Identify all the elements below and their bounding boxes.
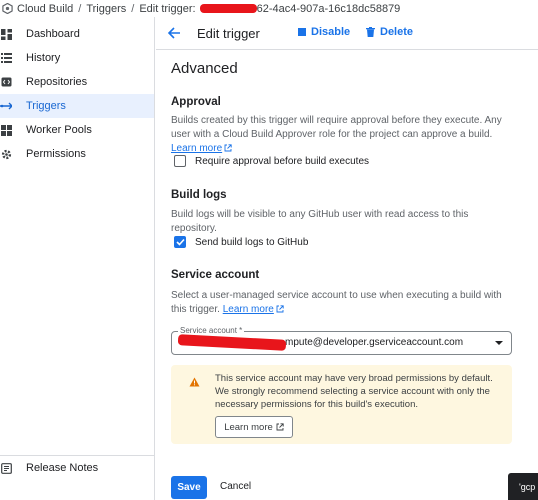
redaction-mark <box>199 4 257 13</box>
disable-label: Disable <box>311 26 351 38</box>
sidebar-item-label: Triggers <box>26 100 66 112</box>
warning-learn-more-label: Learn more <box>224 421 273 433</box>
save-button[interactable]: Save <box>171 476 207 499</box>
warning-text: This service account may have very broad… <box>215 373 493 410</box>
repositories-icon <box>0 76 12 88</box>
service-account-description: Select a user-managed service account to… <box>171 289 516 317</box>
trash-icon <box>366 27 375 37</box>
sidebar-item-label: Permissions <box>26 148 86 160</box>
service-account-learn-more-link[interactable]: Learn more <box>223 304 274 315</box>
worker-pools-icon <box>0 124 12 136</box>
service-account-field-label: Service account * <box>178 326 245 335</box>
breadcrumb-edit-trigger: Edit trigger: <box>139 2 196 15</box>
dashboard-icon <box>0 28 12 40</box>
triggers-icon <box>0 100 12 112</box>
approval-desc-text: Builds created by this trigger will requ… <box>171 115 502 140</box>
require-approval-label: Require approval before build executes <box>195 155 369 167</box>
service-account-value-text: mpute@developer.gserviceaccount.com <box>285 337 464 348</box>
breadcrumb-cloud-build[interactable]: Cloud Build <box>17 3 73 15</box>
history-icon <box>0 52 12 64</box>
sidebar-item-triggers[interactable]: Triggers <box>0 94 154 118</box>
sidebar-item-label: Repositories <box>26 76 88 88</box>
external-link-icon <box>224 144 232 152</box>
service-account-value: mpute@developer.gserviceaccount.com <box>177 334 464 351</box>
build-logs-title: Build logs <box>171 189 227 201</box>
service-account-title: Service account <box>171 269 260 281</box>
external-link-icon <box>276 423 284 431</box>
breadcrumb-separator: / <box>78 2 82 15</box>
sidebar-item-permissions[interactable]: Permissions <box>0 142 154 166</box>
sidebar-item-repositories[interactable]: Repositories <box>0 70 154 94</box>
gear-icon <box>0 148 12 160</box>
permissions-warning-banner: This service account may have very broad… <box>171 365 512 444</box>
send-build-logs-checkbox-row[interactable]: Send build logs to GitHub <box>174 236 308 248</box>
sidebar-item-history[interactable]: History <box>0 46 154 70</box>
page-header: Edit trigger Disable Delete <box>156 17 538 50</box>
section-title-advanced: Advanced <box>171 60 238 77</box>
approval-title: Approval <box>171 96 221 108</box>
sidebar-item-label: Release Notes <box>26 462 99 474</box>
service-account-desc-text: Select a user-managed service account to… <box>171 290 502 315</box>
send-build-logs-checkbox[interactable] <box>174 236 186 248</box>
learn-more-text: Learn more <box>222 304 274 315</box>
breadcrumb-trigger-id: 62-4ac4-907a-16c18dc58879 <box>256 2 401 15</box>
disable-button[interactable]: Disable <box>298 26 350 38</box>
chevron-down-icon <box>495 341 503 345</box>
learn-more-text: Learn more <box>171 143 223 154</box>
delete-label: Delete <box>380 26 414 38</box>
sidebar-item-dashboard[interactable]: Dashboard <box>0 22 154 46</box>
require-approval-checkbox-row[interactable]: Require approval before build executes <box>174 155 369 167</box>
back-arrow-icon[interactable] <box>167 26 181 40</box>
breadcrumb-separator: / <box>131 2 135 15</box>
build-logs-description: Build logs will be visible to any GitHub… <box>171 209 469 234</box>
send-build-logs-label: Send build logs to GitHub <box>195 236 309 248</box>
sidebar-item-worker-pools[interactable]: Worker Pools <box>0 118 154 142</box>
cancel-button[interactable]: Cancel <box>220 481 251 492</box>
sidebar-item-label: Dashboard <box>26 28 80 40</box>
warning-learn-more-button[interactable]: Learn more <box>215 416 293 438</box>
redaction-mark <box>177 334 287 351</box>
sidebar-item-label: History <box>26 52 61 64</box>
require-approval-checkbox[interactable] <box>174 155 186 167</box>
external-link-icon <box>276 305 284 313</box>
sidebar-item-release-notes[interactable]: Release Notes <box>0 456 154 480</box>
approval-description: Builds created by this trigger will requ… <box>171 114 516 156</box>
page-title: Edit trigger <box>197 26 260 41</box>
tooltip-chip: 'gcp <box>508 473 538 500</box>
approval-learn-more-link[interactable]: Learn more <box>171 143 222 154</box>
breadcrumb-triggers[interactable]: Triggers <box>86 3 126 15</box>
release-notes-icon <box>0 462 12 474</box>
warning-icon <box>189 377 200 387</box>
main-content: Advanced Approval Builds created by this… <box>156 50 538 500</box>
cloud-build-logo-icon <box>2 3 13 14</box>
checkmark-icon <box>175 238 185 246</box>
breadcrumb: Cloud Build / Triggers / Edit trigger: 6… <box>0 0 538 17</box>
sidebar: Dashboard History Repositories Triggers … <box>0 17 155 500</box>
stop-icon <box>298 28 306 36</box>
sidebar-item-label: Worker Pools <box>26 124 92 136</box>
service-account-select[interactable]: Service account * mpute@developer.gservi… <box>171 326 512 355</box>
delete-button[interactable]: Delete <box>366 26 413 38</box>
